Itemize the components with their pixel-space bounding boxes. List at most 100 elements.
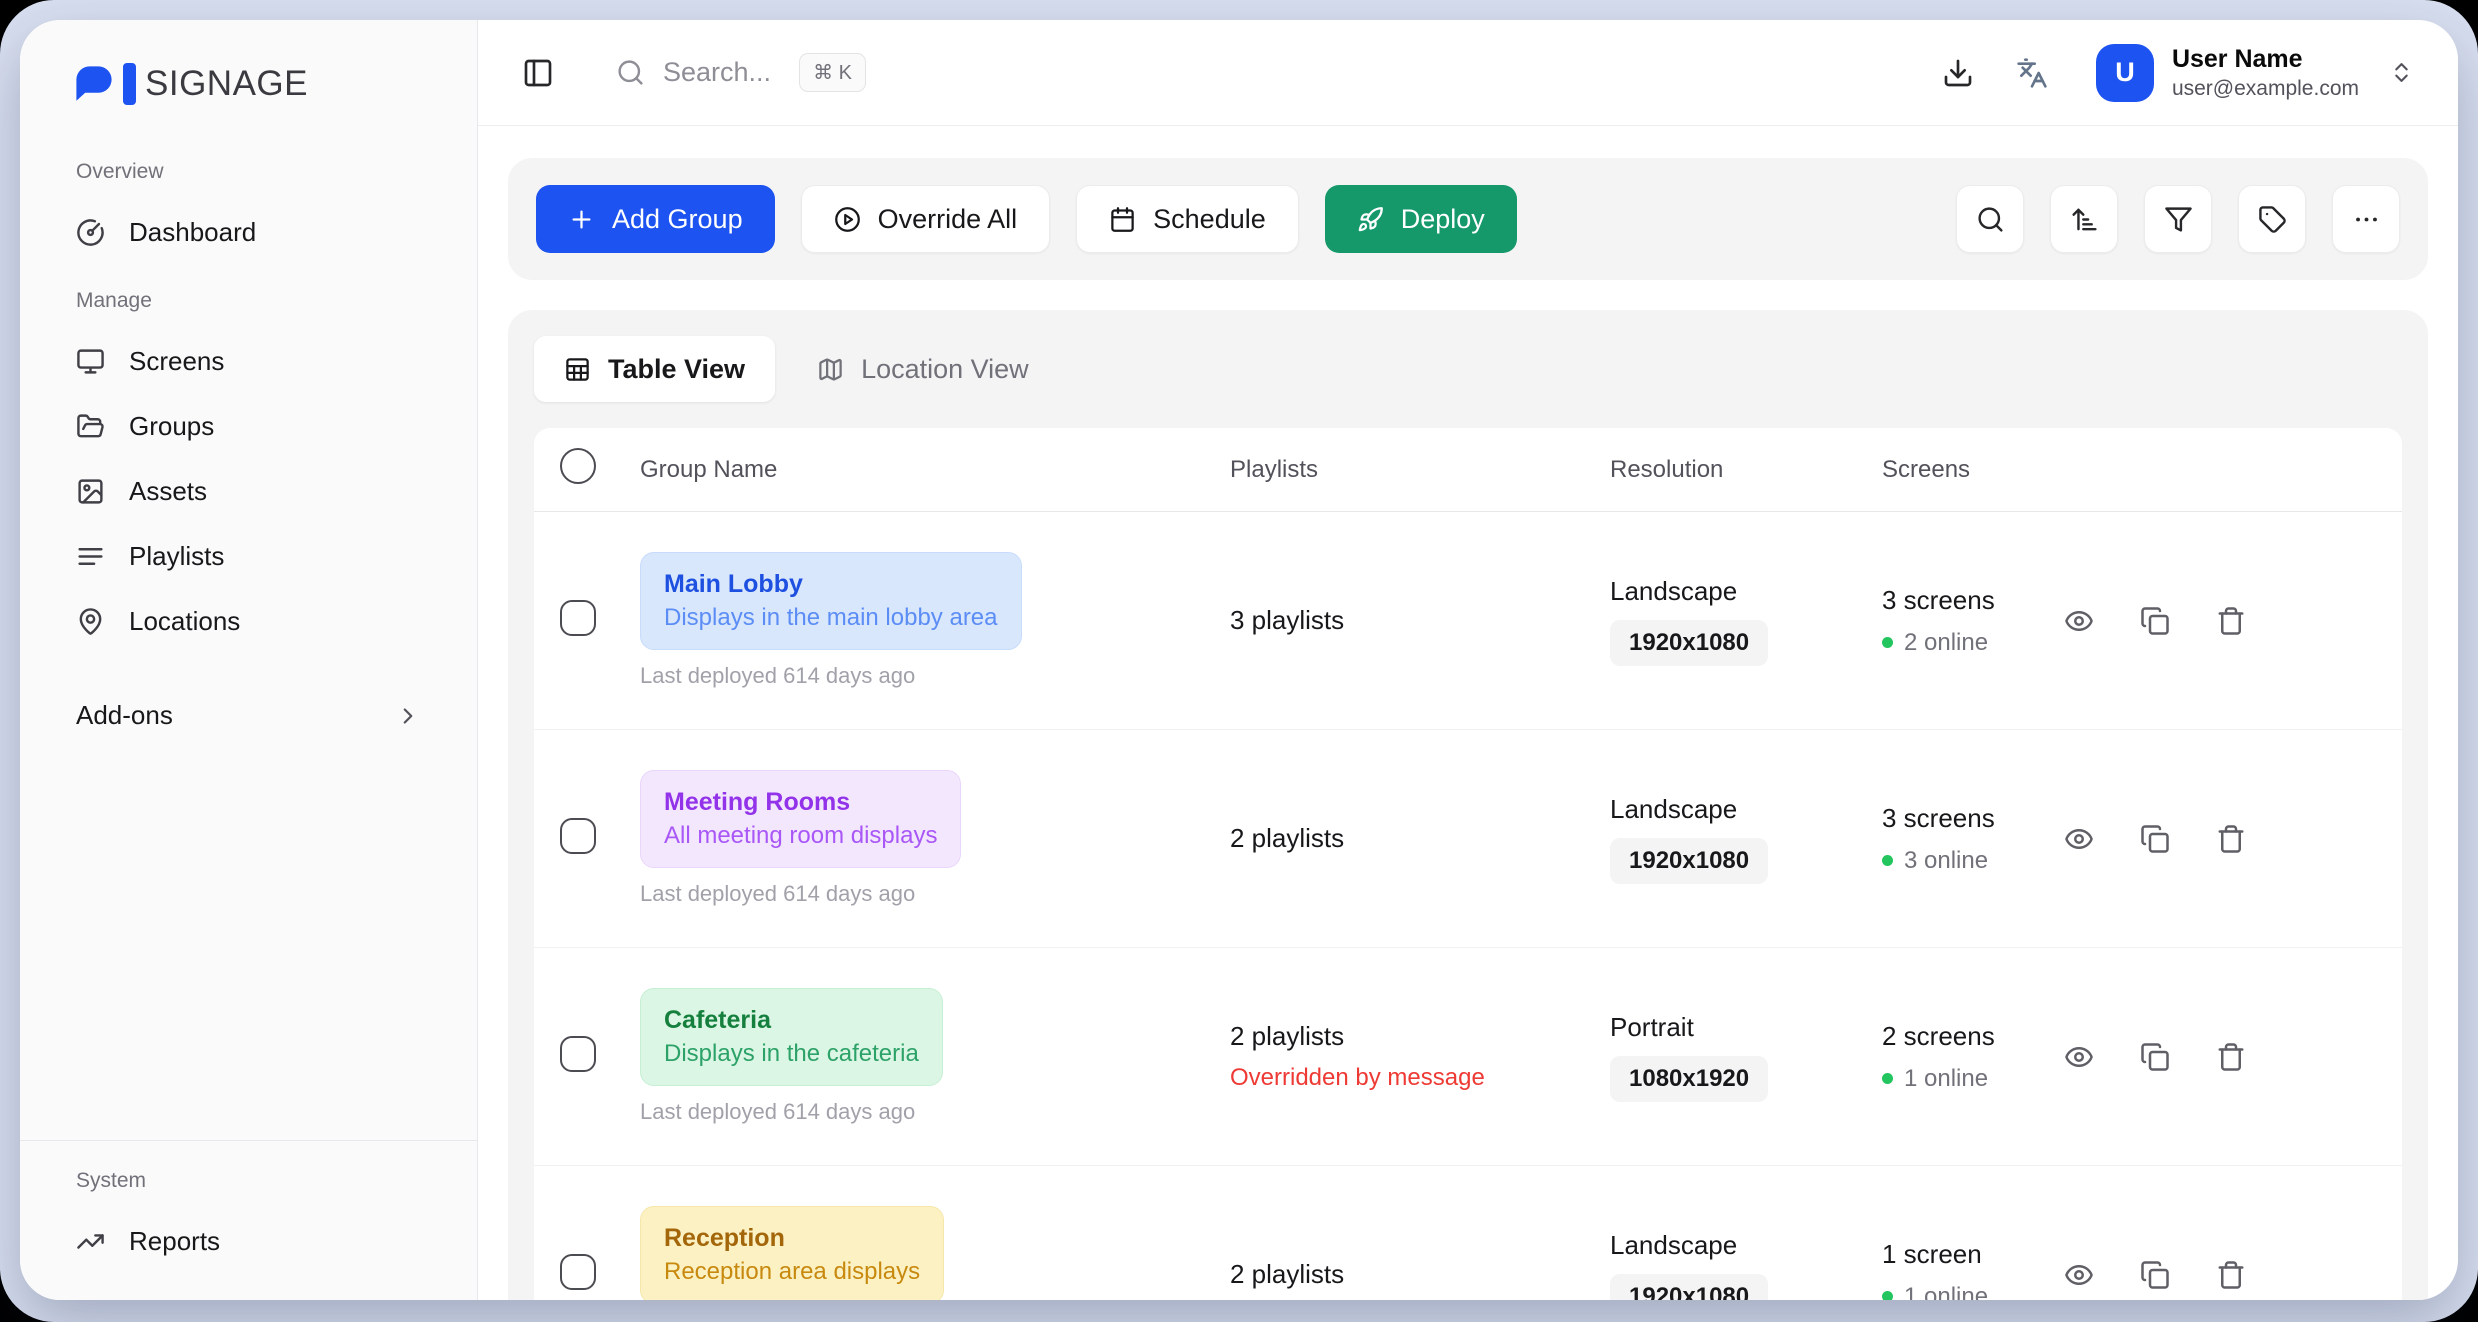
screens-count: 2 screens [1882,1021,2056,1052]
online-count: 3 online [1904,847,1988,875]
brand-logo: SIGNAGE [20,20,477,136]
override-all-button[interactable]: Override All [801,185,1051,253]
column-resolution: Resolution [1610,456,1882,484]
monitor-icon [76,347,105,376]
sidebar-item-playlists[interactable]: Playlists [50,524,447,589]
copy-icon[interactable] [2140,1042,2170,1072]
group-badge[interactable]: Main Lobby Displays in the main lobby ar… [640,552,1022,650]
group-actions-toolbar: Add Group Override All Schedule Deploy [508,158,2428,280]
sidebar-item-dashboard[interactable]: Dashboard [50,200,447,265]
trash-icon[interactable] [2216,824,2246,854]
row-checkbox[interactable] [560,600,596,636]
override-status: Overridden by message [1230,1064,1610,1092]
group-badge[interactable]: Reception Reception area displays [640,1206,944,1300]
resolution-badge: 1080x1920 [1610,1056,1768,1102]
sidebar-item-locations[interactable]: Locations [50,589,447,654]
tab-location-view[interactable]: Location View [787,336,1059,402]
online-count: 1 online [1904,1065,1988,1093]
playlists-count: 2 playlists [1230,1021,1610,1052]
add-group-button[interactable]: Add Group [536,185,775,253]
group-description: Displays in the main lobby area [664,604,998,632]
resolution-badge: 1920x1080 [1610,838,1768,884]
more-options-button[interactable] [2332,185,2400,253]
table-row: Cafeteria Displays in the cafeteria Last… [534,948,2402,1166]
avatar: U [2096,44,2154,102]
sidebar-item-reports[interactable]: Reports [50,1209,447,1274]
row-checkbox[interactable] [560,818,596,854]
last-deployed-text: Last deployed 614 days ago [640,1099,1230,1125]
resolution-badge: 1920x1080 [1610,620,1768,666]
search-shortcut-badge: ⌘ K [799,53,866,92]
sidebar-item-label: Assets [129,476,207,507]
sidebar-item-groups[interactable]: Groups [50,394,447,459]
map-icon [817,356,844,383]
search-icon [616,58,645,87]
group-description: Reception area displays [664,1258,920,1286]
eye-icon[interactable] [2064,1260,2094,1290]
play-circle-icon [834,206,861,233]
group-name: Cafeteria [664,1006,919,1035]
search-icon [1976,205,2005,234]
trending-up-icon [76,1227,105,1256]
copy-icon[interactable] [2140,824,2170,854]
last-deployed-text: Last deployed 614 days ago [640,881,1230,907]
screens-count: 1 screen [1882,1239,2056,1270]
folder-open-icon [76,412,105,441]
table-header: Group Name Playlists Resolution Screens [534,428,2402,512]
row-checkbox[interactable] [560,1254,596,1290]
sidebar-item-screens[interactable]: Screens [50,329,447,394]
button-label: Deploy [1401,204,1485,235]
group-badge[interactable]: Cafeteria Displays in the cafeteria [640,988,943,1086]
sidebar-item-label: Playlists [129,541,224,572]
tab-table-view[interactable]: Table View [534,336,775,402]
chevron-right-icon [395,703,421,729]
page-content: Add Group Override All Schedule Deploy [478,126,2458,1300]
sidebar-toggle-icon[interactable] [522,57,554,89]
row-checkbox[interactable] [560,1036,596,1072]
group-name: Reception [664,1224,920,1253]
tag-icon [2258,205,2287,234]
screens-count: 3 screens [1882,803,2056,834]
button-label: Add Group [612,204,743,235]
group-badge[interactable]: Meeting Rooms All meeting room displays [640,770,961,868]
brand-name: SIGNAGE [145,64,308,104]
search-input[interactable]: Search... ⌘ K [616,53,866,92]
user-menu[interactable]: U User Name user@example.com [2096,44,2414,102]
sidebar-section-overview: Overview [50,136,447,200]
sort-ascending-icon [2070,205,2099,234]
orientation-label: Landscape [1610,1230,1882,1261]
copy-icon[interactable] [2140,1260,2170,1290]
online-status-dot [1882,1073,1893,1084]
tag-button[interactable] [2238,185,2306,253]
table-row: Reception Reception area displays Last d… [534,1166,2402,1300]
online-status-dot [1882,1291,1893,1300]
copy-icon[interactable] [2140,606,2170,636]
table-body: Main Lobby Displays in the main lobby ar… [534,512,2402,1300]
trash-icon[interactable] [2216,1042,2246,1072]
map-pin-icon [76,607,105,636]
eye-icon[interactable] [2064,1042,2094,1072]
translate-icon[interactable] [2016,57,2048,89]
filter-button[interactable] [2144,185,2212,253]
trash-icon[interactable] [2216,1260,2246,1290]
select-all-checkbox[interactable] [560,448,596,484]
schedule-button[interactable]: Schedule [1076,185,1299,253]
deploy-button[interactable]: Deploy [1325,185,1517,253]
app-window: SIGNAGE Overview Dashboard Manage Screen… [20,20,2458,1300]
table-row: Main Lobby Displays in the main lobby ar… [534,512,2402,730]
eye-icon[interactable] [2064,824,2094,854]
rocket-icon [1357,206,1384,233]
search-placeholder: Search... [663,57,771,88]
trash-icon[interactable] [2216,606,2246,636]
resolution-badge: 1920x1080 [1610,1274,1768,1301]
tab-label: Location View [861,354,1029,385]
window-frame: SIGNAGE Overview Dashboard Manage Screen… [0,0,2478,1322]
pisignage-logo-icon [72,62,136,106]
sort-button[interactable] [2050,185,2118,253]
eye-icon[interactable] [2064,606,2094,636]
sidebar-item-assets[interactable]: Assets [50,459,447,524]
download-icon[interactable] [1942,57,1974,89]
sidebar-item-addons[interactable]: Add-ons [50,684,447,747]
sidebar: SIGNAGE Overview Dashboard Manage Screen… [20,20,478,1300]
table-search-button[interactable] [1956,185,2024,253]
